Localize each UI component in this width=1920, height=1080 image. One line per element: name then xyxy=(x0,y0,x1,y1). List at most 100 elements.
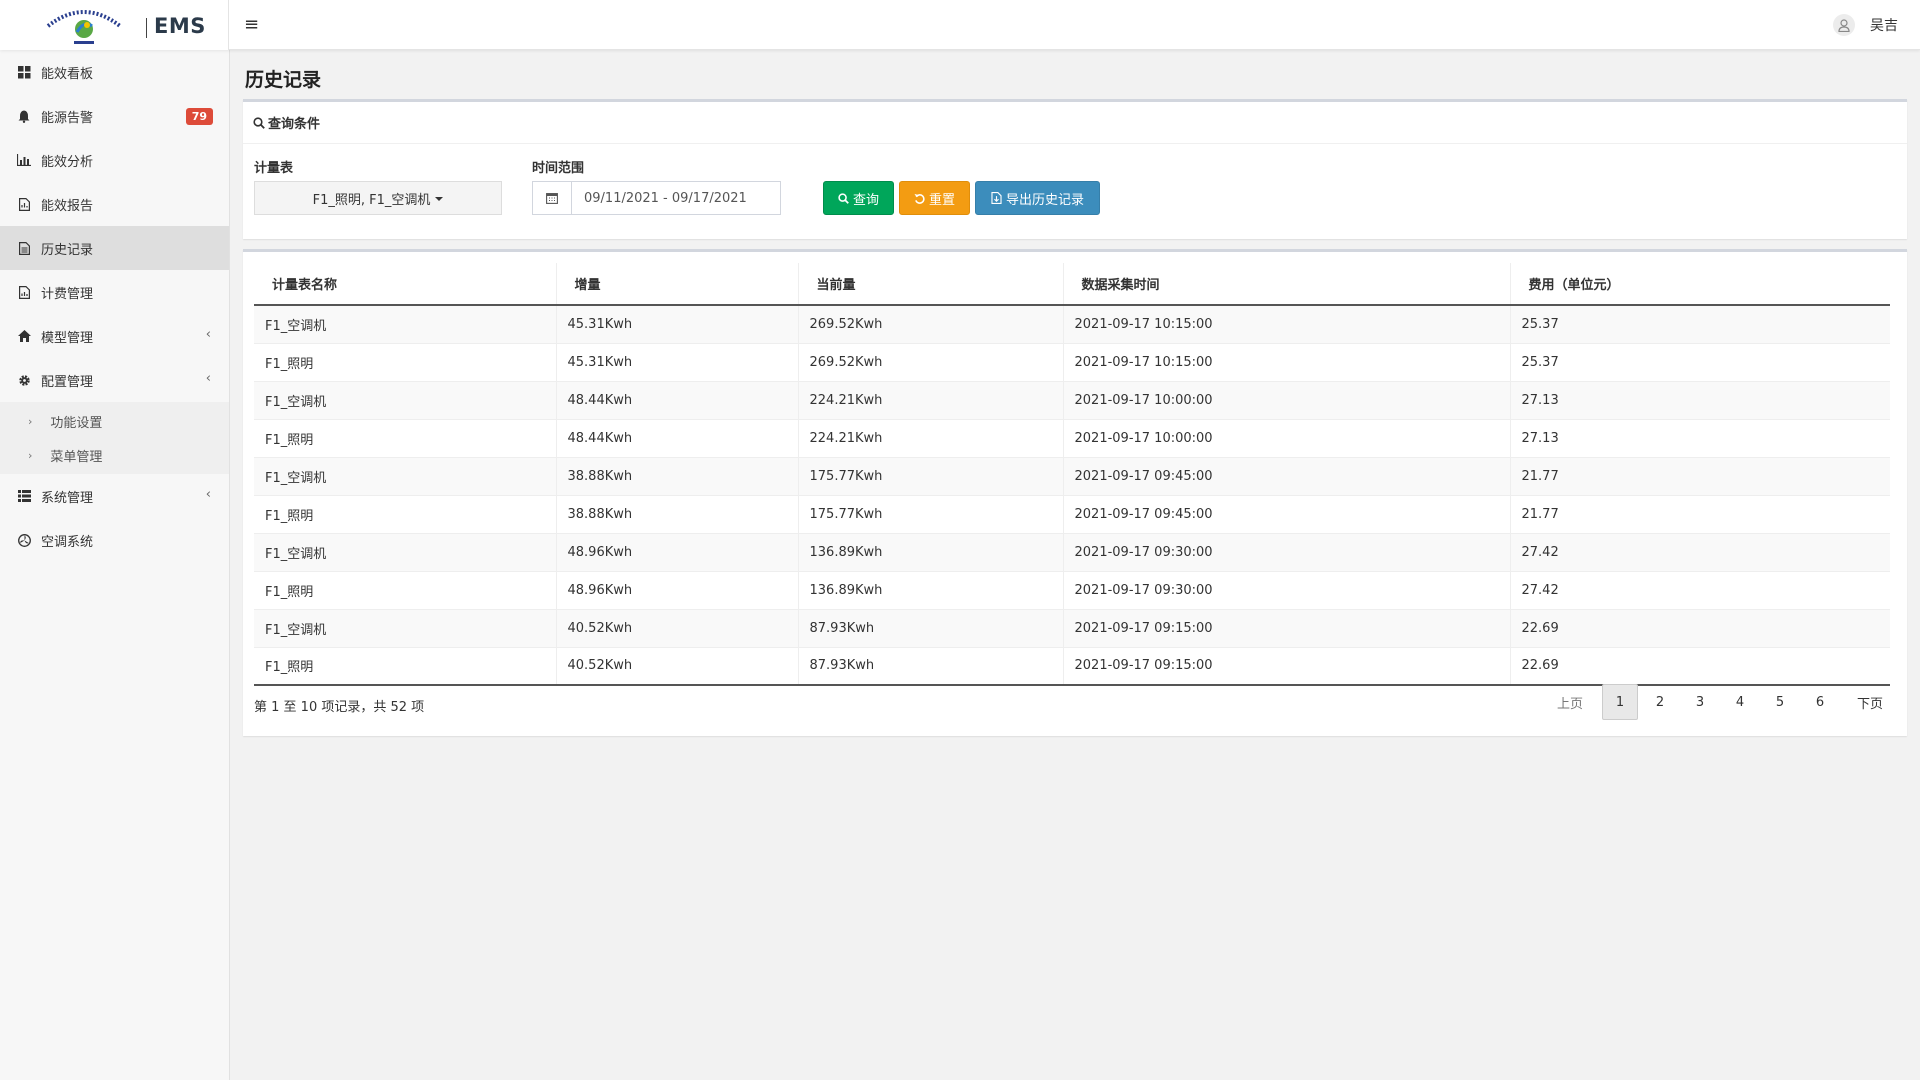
cell-collection-time: 2021-09-17 09:45:00 xyxy=(1063,456,1511,495)
submenu-item-label: 功能设置 xyxy=(50,415,103,431)
sidebar-item-label: 系统管理 xyxy=(41,490,94,506)
table-row: F1_照明 48.44Kwh 224.21Kwh 2021-09-17 10:00:0… xyxy=(254,418,1890,457)
cell-meter-name: F1_空调机 xyxy=(254,456,557,495)
cell-increment: 45.31Kwh xyxy=(556,304,799,343)
table-row: F1_照明 38.88Kwh 175.77Kwh 2021-09-17 09:45:0… xyxy=(254,494,1890,533)
reset-button[interactable]: 重置 xyxy=(899,181,970,215)
sidebar: 能效看板 能源告警 79 能效分析 能效报告 历史记录 计费管理 模型管理 ‹ … xyxy=(0,50,230,1080)
cell-cost: 22.69 xyxy=(1510,646,1890,686)
sidebar-item-label: 计费管理 xyxy=(41,286,94,302)
cell-meter-name: F1_照明 xyxy=(254,646,557,686)
table-info: 第 1 至 10 项记录，共 52 项 xyxy=(254,700,425,715)
table-header-row: 计量表名称 增量 当前量 数据采集时间 费用（单位元） xyxy=(254,263,1890,306)
sidebar-item-dashboard[interactable]: 能效看板 xyxy=(0,50,229,94)
app-name: EMS xyxy=(154,14,206,38)
page-title: 历史记录 xyxy=(245,69,322,91)
cell-meter-name: F1_空调机 xyxy=(254,532,557,571)
user-name: 吴吉 xyxy=(1870,18,1898,34)
table-row: F1_空调机 45.31Kwh 269.52Kwh 2021-09-17 10:15:… xyxy=(254,304,1890,343)
cell-collection-time: 2021-09-17 09:45:00 xyxy=(1063,494,1511,533)
pagination-page-3[interactable]: 3 xyxy=(1682,684,1718,720)
reset-button-label: 重置 xyxy=(928,192,955,208)
cell-current: 175.77Kwh xyxy=(798,494,1064,533)
sidebar-item-model[interactable]: 模型管理 ‹ xyxy=(0,314,229,358)
submenu-item-menu-management[interactable]: › 菜单管理 xyxy=(0,438,229,472)
pagination-page-4[interactable]: 4 xyxy=(1722,684,1758,720)
company-logo-icon xyxy=(46,10,122,44)
cell-meter-name: F1_空调机 xyxy=(254,380,557,419)
date-range-picker[interactable] xyxy=(532,181,781,215)
table-body: F1_空调机 45.31Kwh 269.52Kwh 2021-09-17 10:15:… xyxy=(254,304,1890,686)
pagination-prev[interactable]: 上页 xyxy=(1548,684,1592,720)
column-header-current[interactable]: 当前量 xyxy=(798,263,1064,306)
query-button[interactable]: 查询 xyxy=(823,181,894,215)
cell-meter-name: F1_照明 xyxy=(254,342,557,381)
cell-current: 175.77Kwh xyxy=(798,456,1064,495)
home-icon xyxy=(17,329,31,343)
cell-cost: 22.69 xyxy=(1510,608,1890,647)
cell-cost: 25.37 xyxy=(1510,342,1890,381)
export-history-button[interactable]: 导出历史记录 xyxy=(975,181,1100,215)
cell-increment: 45.31Kwh xyxy=(556,342,799,381)
table-row: F1_空调机 40.52Kwh 87.93Kwh 2021-09-17 09:15:0… xyxy=(254,608,1890,647)
cell-increment: 48.96Kwh xyxy=(556,570,799,609)
cell-cost: 21.77 xyxy=(1510,494,1890,533)
dashboard-icon xyxy=(17,65,31,79)
user-menu[interactable]: 吴吉 xyxy=(1833,14,1898,36)
sidebar-item-label: 能源告警 xyxy=(41,110,94,126)
pagination-page-6[interactable]: 6 xyxy=(1802,684,1838,720)
cell-meter-name: F1_照明 xyxy=(254,570,557,609)
meter-select-value: F1_照明, F1_空调机 xyxy=(312,192,431,208)
pagination-next[interactable]: 下页 xyxy=(1848,684,1892,720)
report-icon xyxy=(17,197,31,211)
sidebar-item-label: 历史记录 xyxy=(41,242,94,258)
table-row: F1_照明 48.96Kwh 136.89Kwh 2021-09-17 09:30:0… xyxy=(254,570,1890,609)
pagination-page-5[interactable]: 5 xyxy=(1762,684,1798,720)
cell-increment: 48.44Kwh xyxy=(556,380,799,419)
submenu-item-function-settings[interactable]: › 功能设置 xyxy=(0,404,229,438)
pagination-page-2[interactable]: 2 xyxy=(1642,684,1678,720)
list-icon xyxy=(17,489,31,503)
cell-cost: 27.42 xyxy=(1510,532,1890,571)
table-row: F1_空调机 48.96Kwh 136.89Kwh 2021-09-17 09:30:… xyxy=(254,532,1890,571)
cell-current: 87.93Kwh xyxy=(798,608,1064,647)
calendar-icon[interactable] xyxy=(533,182,572,214)
sidebar-item-alerts[interactable]: 能源告警 79 xyxy=(0,94,229,138)
sidebar-item-config[interactable]: 配置管理 ‹ xyxy=(0,358,229,402)
cell-cost: 25.37 xyxy=(1510,304,1890,343)
sidebar-item-billing[interactable]: 计费管理 xyxy=(0,270,229,314)
pagination-page-1[interactable]: 1 xyxy=(1601,684,1638,720)
bar-chart-icon xyxy=(17,153,31,167)
sidebar-item-report[interactable]: 能效报告 xyxy=(0,182,229,226)
chevron-right-icon: › xyxy=(28,414,33,428)
logo-area[interactable]: EMS xyxy=(0,0,229,50)
date-range-input[interactable] xyxy=(572,182,780,214)
search-icon xyxy=(253,116,265,129)
sidebar-item-aircon[interactable]: 空调系统 xyxy=(0,518,229,562)
cell-current: 87.93Kwh xyxy=(798,646,1064,686)
cell-current: 224.21Kwh xyxy=(798,418,1064,457)
meter-select[interactable]: F1_照明, F1_空调机 xyxy=(254,181,502,215)
export-history-button-label: 导出历史记录 xyxy=(1005,192,1084,208)
sidebar-item-label: 空调系统 xyxy=(41,534,94,550)
cell-current: 136.89Kwh xyxy=(798,532,1064,571)
sidebar-item-history[interactable]: 历史记录 xyxy=(0,226,229,270)
cell-collection-time: 2021-09-17 09:15:00 xyxy=(1063,646,1511,686)
query-panel-header: 查询条件 xyxy=(243,102,1907,144)
cell-collection-time: 2021-09-17 09:30:00 xyxy=(1063,532,1511,571)
sidebar-item-label: 配置管理 xyxy=(41,374,94,390)
sidebar-item-analysis[interactable]: 能效分析 xyxy=(0,138,229,182)
column-header-cost[interactable]: 费用（单位元） xyxy=(1510,263,1890,306)
cell-increment: 48.44Kwh xyxy=(556,418,799,457)
document-icon xyxy=(17,241,31,255)
history-table: 计量表名称 增量 当前量 数据采集时间 费用（单位元） F1_空调机 45.31K… xyxy=(254,263,1890,686)
hamburger-icon[interactable]: ≡ xyxy=(244,15,259,35)
column-header-increment[interactable]: 增量 xyxy=(556,263,799,306)
column-header-collection-time[interactable]: 数据采集时间 xyxy=(1063,263,1511,306)
chevron-left-icon: ‹ xyxy=(205,371,211,386)
sidebar-item-system[interactable]: 系统管理 ‹ xyxy=(0,474,229,518)
aircon-icon xyxy=(17,533,31,547)
search-icon xyxy=(838,192,849,204)
column-header-meter-name[interactable]: 计量表名称 xyxy=(254,263,557,306)
query-panel-title: 查询条件 xyxy=(268,117,321,132)
